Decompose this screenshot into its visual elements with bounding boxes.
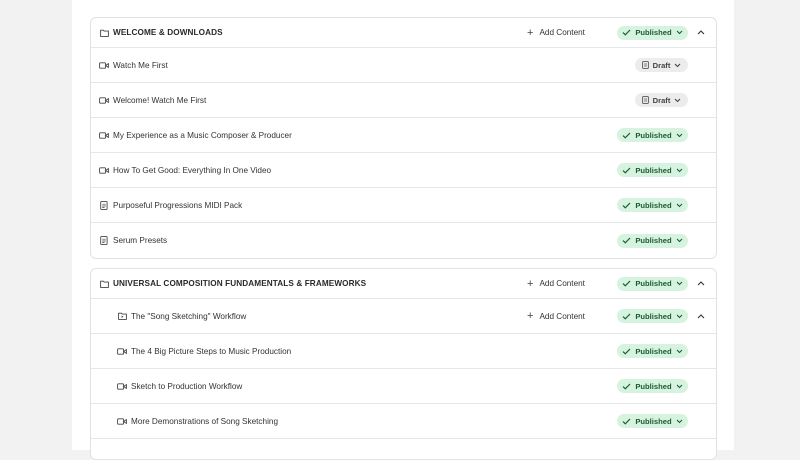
check-icon xyxy=(622,418,631,425)
status-dropdown[interactable]: Published xyxy=(617,25,688,40)
item-title: Purposeful Progressions MIDI Pack xyxy=(113,200,243,210)
chevron-down-icon xyxy=(674,63,681,67)
status-label: Published xyxy=(635,236,672,245)
list-item[interactable]: Sketch to Production Workflow Published xyxy=(91,369,716,404)
section-title: UNIVERSAL COMPOSITION FUNDAMENTALS & FRA… xyxy=(113,279,367,288)
chevron-down-icon xyxy=(676,384,683,388)
chevron-up-icon[interactable] xyxy=(695,27,707,39)
chevron-down-icon xyxy=(676,203,683,207)
status-dropdown[interactable]: Published xyxy=(617,414,688,428)
chevron-down-icon xyxy=(674,98,681,102)
item-title: Watch Me First xyxy=(113,60,168,70)
status-label: Published xyxy=(635,279,672,288)
subsection-title: The "Song Sketching" Workflow xyxy=(131,311,247,321)
status-label: Published xyxy=(635,200,672,210)
check-icon xyxy=(622,280,631,287)
folder-icon xyxy=(98,278,110,290)
chevron-down-icon xyxy=(676,314,683,318)
chevron-down-icon xyxy=(676,168,683,172)
status-label: Published xyxy=(635,165,672,175)
status-label: Published xyxy=(635,28,672,37)
section-welcome-downloads: WELCOME & DOWNLOADS + Add Content Publis… xyxy=(90,17,717,259)
status-dropdown[interactable]: Published xyxy=(617,163,688,177)
status-dropdown[interactable]: Published xyxy=(617,128,688,142)
add-content-label: Add Content xyxy=(539,279,585,288)
list-item[interactable]: How To Get Good: Everything In One Video… xyxy=(91,153,716,188)
add-content-button[interactable]: + Add Content xyxy=(527,26,585,39)
video-icon xyxy=(98,129,110,141)
status-label: Published xyxy=(635,416,672,426)
chevron-down-icon xyxy=(676,30,683,35)
status-label: Draft xyxy=(652,60,671,70)
list-item[interactable]: More Demonstrations of Song Sketching Pu… xyxy=(91,404,716,439)
item-title: My Experience as a Music Composer & Prod… xyxy=(113,130,292,140)
plus-icon: + xyxy=(527,277,534,290)
status-label: Published xyxy=(635,130,672,140)
chevron-down-icon xyxy=(676,419,683,423)
document-icon xyxy=(98,235,110,247)
subsection-header[interactable]: The "Song Sketching" Workflow + Add Cont… xyxy=(91,299,716,334)
status-dropdown[interactable]: Published xyxy=(617,276,688,291)
status-dropdown[interactable]: Published xyxy=(617,233,688,248)
document-icon xyxy=(98,199,110,211)
check-icon xyxy=(622,29,631,36)
list-item[interactable]: Purposeful Progressions MIDI Pack Publis… xyxy=(91,188,716,223)
check-icon xyxy=(622,313,631,320)
item-title: Welcome! Watch Me First xyxy=(113,95,207,105)
check-icon xyxy=(622,132,631,139)
chevron-up-icon[interactable] xyxy=(695,310,707,322)
add-content-label: Add Content xyxy=(539,28,585,37)
status-dropdown[interactable]: Draft xyxy=(635,93,688,107)
section-title: WELCOME & DOWNLOADS xyxy=(113,28,223,37)
add-content-label: Add Content xyxy=(539,311,585,321)
document-icon xyxy=(641,61,649,69)
status-label: Published xyxy=(635,346,672,356)
chevron-down-icon xyxy=(676,133,683,137)
chevron-down-icon xyxy=(676,238,683,243)
chevron-down-icon xyxy=(676,281,683,286)
check-icon xyxy=(622,202,631,209)
status-dropdown[interactable]: Published xyxy=(617,379,688,393)
video-icon xyxy=(98,94,110,106)
plus-icon: + xyxy=(527,26,534,39)
list-item[interactable]: The 4 Big Picture Steps to Music Product… xyxy=(91,334,716,369)
list-item[interactable]: Watch Me First Draft xyxy=(91,48,716,83)
video-icon xyxy=(116,380,128,392)
list-item[interactable]: Serum Presets Published xyxy=(91,223,716,258)
status-dropdown[interactable]: Published xyxy=(617,309,688,323)
check-icon xyxy=(622,237,631,244)
status-dropdown[interactable]: Published xyxy=(617,198,688,212)
check-icon xyxy=(622,348,631,355)
item-title: How To Get Good: Everything In One Video xyxy=(113,165,272,175)
item-title: More Demonstrations of Song Sketching xyxy=(131,416,278,426)
chevron-up-icon[interactable] xyxy=(695,278,707,290)
section-header[interactable]: UNIVERSAL COMPOSITION FUNDAMENTALS & FRA… xyxy=(91,269,716,299)
status-dropdown[interactable]: Published xyxy=(617,344,688,358)
check-icon xyxy=(622,383,631,390)
section-universal-composition: UNIVERSAL COMPOSITION FUNDAMENTALS & FRA… xyxy=(90,268,717,460)
section-header[interactable]: WELCOME & DOWNLOADS + Add Content Publis… xyxy=(91,18,716,48)
video-icon xyxy=(98,164,110,176)
document-icon xyxy=(641,96,649,104)
status-label: Published xyxy=(635,311,672,321)
list-item[interactable]: My Experience as a Music Composer & Prod… xyxy=(91,118,716,153)
item-title: Serum Presets xyxy=(113,236,168,245)
item-title: The 4 Big Picture Steps to Music Product… xyxy=(131,346,292,356)
folder-video-icon xyxy=(116,310,128,322)
folder-icon xyxy=(98,27,110,39)
video-icon xyxy=(98,59,110,71)
status-label: Published xyxy=(635,381,672,391)
status-label: Draft xyxy=(652,95,671,105)
chevron-down-icon xyxy=(676,349,683,353)
item-title: Sketch to Production Workflow xyxy=(131,381,243,391)
plus-icon: + xyxy=(527,310,534,322)
status-dropdown[interactable]: Draft xyxy=(635,58,688,72)
add-content-button[interactable]: + Add Content xyxy=(527,310,585,322)
video-icon xyxy=(116,415,128,427)
add-content-button[interactable]: + Add Content xyxy=(527,277,585,290)
video-icon xyxy=(116,345,128,357)
list-item[interactable]: Welcome! Watch Me First Draft xyxy=(91,83,716,118)
course-content-panel: WELCOME & DOWNLOADS + Add Content Publis… xyxy=(72,0,734,460)
check-icon xyxy=(622,167,631,174)
